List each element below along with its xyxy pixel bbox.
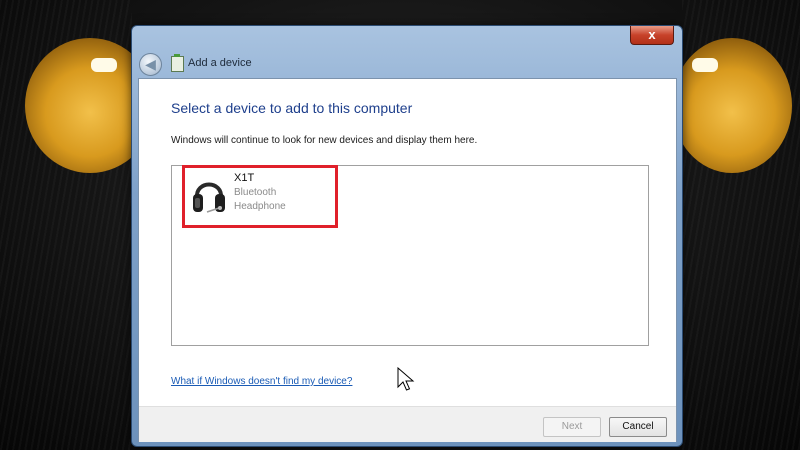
instruction-text: Windows will continue to look for new de… [171, 135, 478, 146]
add-device-icon [171, 54, 184, 72]
wallpaper-cat-eye-right [672, 38, 792, 173]
button-bar: Next Cancel [139, 406, 676, 442]
dialog-content: Select a device to add to this computer … [138, 78, 677, 442]
next-button[interactable]: Next [543, 417, 601, 437]
back-arrow-icon[interactable]: ◀ [139, 53, 162, 76]
device-name: X1T [234, 172, 255, 184]
page-heading: Select a device to add to this computer [171, 100, 413, 116]
add-device-window: x ◀ Add a device Select a device to add … [131, 25, 683, 447]
close-button[interactable]: x [630, 26, 674, 45]
device-item-x1t[interactable]: X1T Bluetooth Headphone [182, 165, 338, 228]
mouse-cursor-icon [397, 367, 415, 391]
cancel-button[interactable]: Cancel [609, 417, 667, 437]
device-type: Bluetooth [234, 187, 277, 198]
device-list: X1T Bluetooth Headphone [171, 165, 649, 346]
headphone-icon [193, 182, 225, 213]
help-link[interactable]: What if Windows doesn't find my device? [171, 376, 352, 387]
device-category: Headphone [234, 201, 286, 212]
window-title: Add a device [188, 57, 252, 69]
title-bar[interactable]: x ◀ Add a device [132, 26, 682, 78]
